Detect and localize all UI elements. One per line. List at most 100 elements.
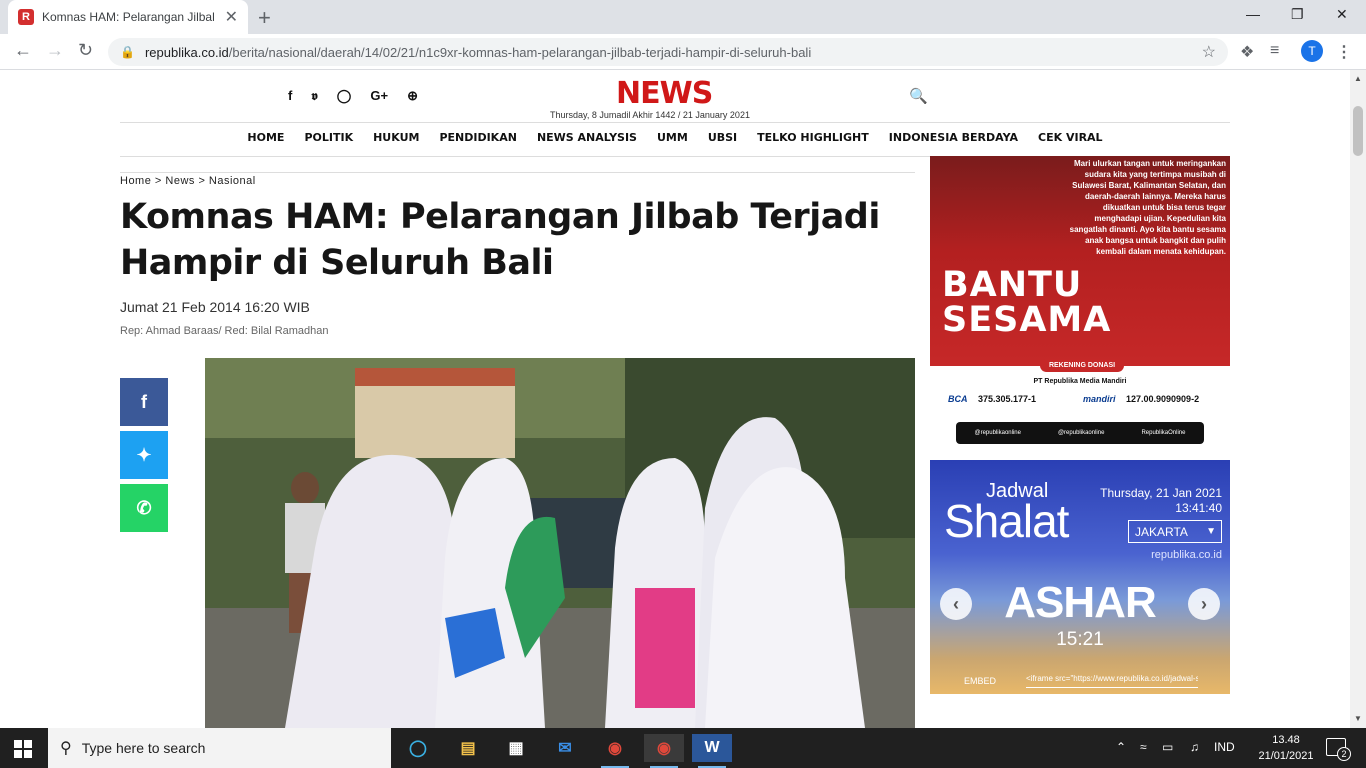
prayer-schedule-widget: Jadwal Shalat Thursday, 21 Jan 2021 13:4… <box>930 460 1230 694</box>
site-logo[interactable]: NEWS <box>616 76 713 111</box>
chevron-down-icon: ▼ <box>1206 526 1216 537</box>
battery-icon[interactable]: ▭ <box>1162 740 1173 754</box>
back-icon[interactable]: ← <box>14 40 32 61</box>
widget-time: 13:41:40 <box>1175 501 1222 515</box>
browser-tab[interactable]: R Komnas HAM: Pelarangan Jilbab ✕ <box>8 0 248 34</box>
page-scrollbar[interactable]: ▲ ▼ <box>1350 70 1366 728</box>
windows-start-icon[interactable] <box>14 740 32 758</box>
rekening-label: REKENING DONASI <box>1040 359 1124 372</box>
donation-ad-banner[interactable]: Mari ulurkan tangan untuk meringankan su… <box>930 156 1230 448</box>
menu-item-ubsi[interactable]: UBSI <box>708 131 737 144</box>
word-icon[interactable]: W <box>692 734 732 768</box>
share-facebook-button[interactable]: f <box>120 378 168 426</box>
share-twitter-button[interactable]: ✦ <box>120 431 168 479</box>
chrome-profile-icon[interactable]: ◉ <box>644 734 684 768</box>
notification-center-icon[interactable]: 2 <box>1326 738 1351 761</box>
new-tab-button[interactable]: + <box>258 5 271 31</box>
article-headline: Komnas HAM: Pelarangan Jilbab Terjadi Ha… <box>120 197 880 283</box>
windows-taskbar: ⚲ Type here to search ◯ ▤ ▦ ✉ ◉ ◉ W ⌃ ≈ … <box>0 728 1366 768</box>
menu-item-pendidikan[interactable]: PENDIDIKAN <box>439 131 516 144</box>
mail-icon[interactable]: ✉ <box>545 734 585 762</box>
rss-icon[interactable]: ⊕ <box>407 88 418 104</box>
facebook-icon: f <box>141 391 147 412</box>
republika-favicon-icon: R <box>18 9 34 25</box>
menu-item-telko-highlight[interactable]: TELKO HIGHLIGHT <box>757 131 869 144</box>
scroll-up-icon[interactable]: ▲ <box>1354 74 1362 83</box>
browser-toolbar: ← → ↻ 🔒 republika.co.id/berita/nasional/… <box>0 34 1366 70</box>
bca-account: 375.305.177-1 <box>978 394 1037 404</box>
menu-item-cek-viral[interactable]: CEK VIRAL <box>1038 131 1103 144</box>
ad-social-bar: @republikaonline @republikaonline Republ… <box>956 422 1204 444</box>
bookmark-star-icon[interactable]: ☆ <box>1202 42 1216 62</box>
current-prayer-name: ASHAR <box>1004 578 1156 627</box>
window-close-icon[interactable]: ✕ <box>1336 6 1348 23</box>
chrome-menu-icon[interactable]: ⋮ <box>1336 42 1352 62</box>
date-line: Thursday, 8 Jumadil Akhir 1442 / 21 Janu… <box>550 110 750 120</box>
reporter-credit: Rep: Ahmad Baraas/ Red: Bilal Ramadhan <box>120 325 329 337</box>
menu-item-indonesia-berdaya[interactable]: INDONESIA BERDAYA <box>889 131 1018 144</box>
ad-message: Mari ulurkan tangan untuk meringankan su… <box>1069 159 1226 256</box>
edge-icon[interactable]: ◯ <box>398 734 438 762</box>
menu-item-news-analysis[interactable]: NEWS ANALYSIS <box>537 131 637 144</box>
divider <box>120 122 1230 123</box>
search-icon[interactable]: 🔍 <box>909 87 928 105</box>
minimize-icon[interactable]: — <box>1246 6 1260 22</box>
taskbar-search-box[interactable]: ⚲ Type here to search <box>48 728 391 768</box>
social-links: f 𝖛 ◯ G+ ⊕ <box>288 88 418 104</box>
menu-item-umm[interactable]: UMM <box>657 131 688 144</box>
profile-avatar[interactable]: T <box>1301 40 1323 62</box>
scrollbar-thumb[interactable] <box>1353 106 1363 156</box>
restore-icon[interactable]: ❐ <box>1291 6 1304 23</box>
menu-item-home[interactable]: HOME <box>247 131 284 144</box>
taskbar-clock[interactable]: 13.48 21/01/2021 <box>1258 732 1314 764</box>
web-page: f 𝖛 ◯ G+ ⊕ NEWS Thursday, 8 Jumadil Akhi… <box>0 70 1350 728</box>
search-icon: ⚲ <box>60 740 72 757</box>
language-indicator[interactable]: IND <box>1214 740 1235 754</box>
volume-icon[interactable]: ♫ <box>1190 740 1199 754</box>
widget-source: republika.co.id <box>1151 549 1222 561</box>
chrome-icon[interactable]: ◉ <box>595 734 635 768</box>
reload-icon[interactable]: ↻ <box>78 40 93 61</box>
menu-item-politik[interactable]: POLITIK <box>304 131 353 144</box>
notification-count: 2 <box>1337 747 1351 761</box>
twitter-icon: ✦ <box>136 444 152 465</box>
embed-code-field[interactable]: <iframe src="https://www.republika.co.id… <box>1026 674 1198 688</box>
network-icon[interactable]: ≈ <box>1140 740 1147 754</box>
address-bar[interactable]: 🔒 republika.co.id/berita/nasional/daerah… <box>108 38 1228 66</box>
lock-icon[interactable]: 🔒 <box>120 45 135 59</box>
url-text: republika.co.id/berita/nasional/daerah/1… <box>144 44 812 60</box>
mandiri-logo: mandiri <box>1083 394 1116 404</box>
whatsapp-icon: ✆ <box>136 497 152 518</box>
mandiri-account: 127.00.9090909-2 <box>1126 394 1200 404</box>
file-explorer-icon[interactable]: ▤ <box>448 734 488 762</box>
tab-strip: R Komnas HAM: Pelarangan Jilbab ✕ + — ❐ … <box>0 0 1366 34</box>
main-menu: HOME POLITIK HUKUM PENDIDIKAN NEWS ANALY… <box>120 131 1230 144</box>
widget-date: Thursday, 21 Jan 2021 <box>1100 486 1222 500</box>
widget-title-big: Shalat <box>944 495 1069 547</box>
tab-close-icon[interactable]: ✕ <box>225 7 238 27</box>
extensions-icon[interactable]: ❖ <box>1240 42 1254 62</box>
share-whatsapp-button[interactable]: ✆ <box>120 484 168 532</box>
store-icon[interactable]: ▦ <box>496 734 536 762</box>
divider <box>120 172 915 173</box>
bca-logo: BCA <box>948 394 968 404</box>
scroll-down-icon[interactable]: ▼ <box>1354 714 1362 723</box>
embed-label: EMBED <box>964 676 997 686</box>
ad-company: PT Republika Media Mandiri <box>1033 378 1127 385</box>
forward-icon[interactable]: → <box>46 40 64 61</box>
current-prayer-time: 15:21 <box>1056 629 1104 650</box>
instagram-icon[interactable]: ◯ <box>337 88 352 104</box>
tab-title: Komnas HAM: Pelarangan Jilbab <box>42 10 214 24</box>
city-select[interactable]: JAKARTA ▼ <box>1128 520 1222 543</box>
media-control-icon[interactable]: ≡ <box>1270 42 1279 60</box>
breadcrumb[interactable]: Home > News > Nasional <box>120 175 256 187</box>
publish-date: Jumat 21 Feb 2014 16:20 WIB <box>120 299 310 315</box>
twitter-icon[interactable]: 𝖛 <box>311 88 317 104</box>
ad-headline: BANTU SESAMA <box>942 265 1112 340</box>
article-photo <box>205 358 915 728</box>
menu-item-hukum[interactable]: HUKUM <box>373 131 419 144</box>
taskbar-search-placeholder: Type here to search <box>81 740 206 756</box>
facebook-icon[interactable]: f <box>288 88 292 104</box>
tray-expand-icon[interactable]: ⌃ <box>1116 740 1126 754</box>
google-plus-icon[interactable]: G+ <box>370 88 388 104</box>
